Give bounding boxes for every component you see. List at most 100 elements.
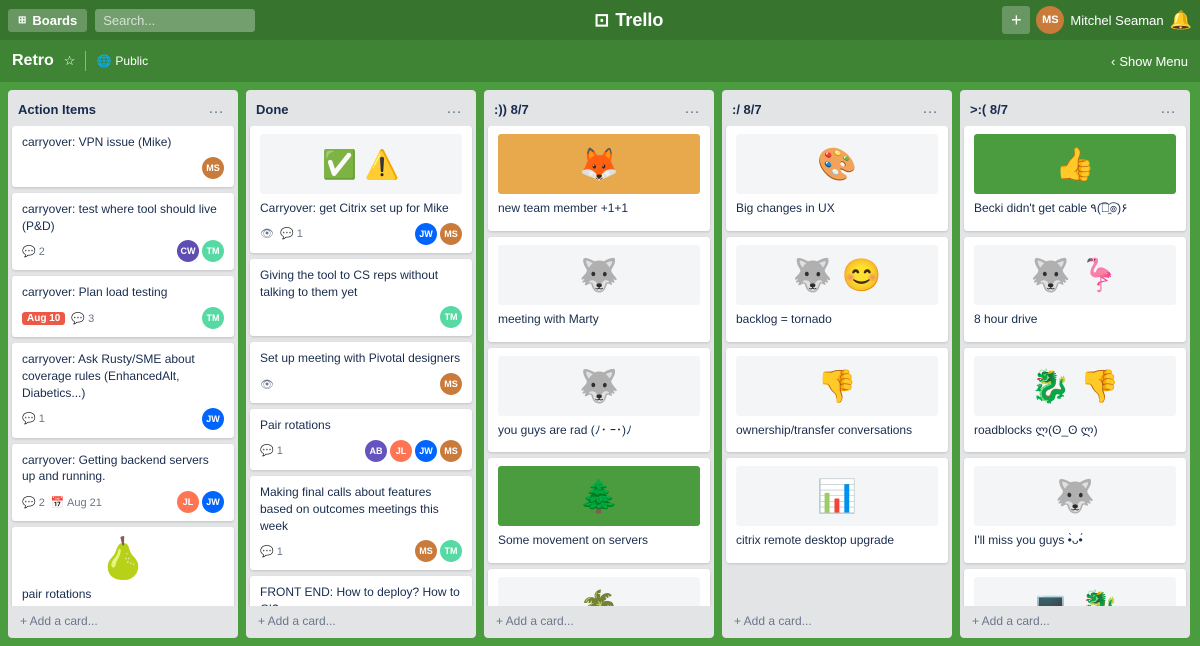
card[interactable]: 🍐pair rotations💬 1JLJWAB	[12, 527, 234, 606]
column-menu-button[interactable]: …	[1156, 98, 1180, 120]
card[interactable]: carryover: Ask Rusty/SME about coverage …	[12, 343, 234, 437]
add-button[interactable]: +	[1002, 6, 1030, 34]
member-avatar: JW	[202, 408, 224, 430]
user-avatar: MS	[1036, 6, 1064, 34]
member-avatars: JWMS	[415, 223, 462, 245]
boards-label: Boards	[32, 13, 77, 28]
card[interactable]: 🐺 meeting with Marty	[488, 237, 710, 342]
card-emoji-image: 🎨	[736, 134, 938, 194]
card-text: FRONT END: How to deploy? How to CI?	[260, 584, 462, 606]
comment-icon: 💬 1	[280, 227, 303, 240]
card[interactable]: Making final calls about features based …	[250, 476, 472, 570]
card[interactable]: 🐺you guys are rad (ﾉ･ ｰ･)ﾉ	[488, 348, 710, 453]
card[interactable]: FRONT END: How to deploy? How to CI?💬 3M…	[250, 576, 472, 606]
column-header: >:( 8/7…	[960, 90, 1190, 126]
add-card-button[interactable]: + Add a card...	[726, 608, 948, 634]
card[interactable]: 🌲Some movement on servers	[488, 458, 710, 563]
card[interactable]: 🐺I'll miss you guys •̀ᴗ•́	[964, 458, 1186, 563]
card-text: Giving the tool to CS reps without talki…	[260, 267, 462, 301]
card-emoji-image: 👍	[974, 134, 1176, 194]
column-menu-button[interactable]: …	[204, 98, 228, 120]
card-meta: 👁 💬 1	[260, 227, 303, 240]
card[interactable]: 🐺 😊backlog = tornado	[726, 237, 948, 342]
boards-button[interactable]: ⊞ Boards	[8, 9, 87, 32]
card-text: you guys are rad (ﾉ･ ｰ･)ﾉ	[498, 422, 700, 439]
column-menu-button[interactable]: …	[442, 98, 466, 120]
card[interactable]: 🦊new team member +1+1	[488, 126, 710, 231]
card-emoji-image: 🌲	[498, 466, 700, 526]
member-avatar: AB	[365, 440, 387, 462]
card-text: Carryover: get Citrix set up for Mike	[260, 200, 462, 217]
card[interactable]: Set up meeting with Pivotal designers👁MS	[250, 342, 472, 403]
card[interactable]: carryover: test where tool should live (…	[12, 193, 234, 271]
header-divider	[85, 51, 86, 71]
column-header: Action Items…	[8, 90, 238, 126]
member-avatar: JL	[177, 491, 199, 513]
card-meta: 💬 1	[260, 444, 283, 457]
column-menu-button[interactable]: …	[680, 98, 704, 120]
card[interactable]: ✅ ⚠️ Carryover: get Citrix set up for Mik…	[250, 126, 472, 253]
card-meta: 💬 2📅 Aug 21	[22, 496, 102, 509]
card-image: ✅ ⚠️	[260, 134, 462, 194]
card[interactable]: 🐉 👎 roadblocks ლ(ʘ_ʘ ლ)	[964, 348, 1186, 453]
card-footer: 👁 💬 1 JWMS	[260, 223, 462, 245]
card[interactable]: Pair rotations💬 1ABJLJWMS	[250, 409, 472, 470]
logo-icon: ⊡	[594, 10, 609, 31]
member-avatars: JW	[202, 408, 224, 430]
card-footer: 💬 1MSTM	[260, 540, 462, 562]
card[interactable]: 🎨Big changes in UX	[726, 126, 948, 231]
visibility-label: Public	[115, 54, 148, 68]
card-text: 8 hour drive	[974, 311, 1176, 328]
member-avatar: TM	[440, 540, 462, 562]
add-card-button[interactable]: + Add a card...	[964, 608, 1186, 634]
logo-text: Trello	[615, 10, 663, 31]
card-emoji-image: 💻 🐉	[974, 577, 1176, 606]
chevron-left-icon: ‹	[1111, 54, 1115, 69]
member-avatars: JLJW	[177, 491, 224, 513]
card[interactable]: 🌴vacation	[488, 569, 710, 606]
column-menu-button[interactable]: …	[918, 98, 942, 120]
user-menu-button[interactable]: MS Mitchel Seaman	[1036, 6, 1163, 34]
add-card-button[interactable]: + Add a card...	[12, 608, 234, 634]
card-text: Pair rotations	[260, 417, 462, 434]
card[interactable]: 📊citrix remote desktop upgrade	[726, 458, 948, 563]
card[interactable]: 💻 🐉Justin lot's of meetings,emails and f…	[964, 569, 1186, 606]
card-text: meeting with Marty	[498, 311, 700, 328]
column-done: Done… ✅ ⚠️ Carryover: get Citrix set up fo…	[246, 90, 476, 638]
card-footer: 💬 2📅 Aug 21 JLJW	[22, 491, 224, 513]
card-meta: 👁	[260, 378, 274, 391]
card-emoji-image: 🐺	[498, 245, 700, 305]
member-avatars: MSTM	[415, 540, 462, 562]
eye-icon: 👁	[260, 227, 274, 240]
card-text: roadblocks ლ(ʘ_ʘ ლ)	[974, 422, 1176, 439]
visibility-button[interactable]: 🌐 Public	[96, 54, 148, 68]
member-avatar: JW	[415, 440, 437, 462]
card[interactable]: Giving the tool to CS reps without talki…	[250, 259, 472, 337]
card-footer: 💬 1ABJLJWMS	[260, 440, 462, 462]
card-footer: 💬 2CWTM	[22, 240, 224, 262]
member-avatar: TM	[440, 306, 462, 328]
add-card-button[interactable]: + Add a card...	[488, 608, 710, 634]
card-emoji-image: 🐉 👎	[974, 356, 1176, 416]
comment-icon: 💬 2	[22, 245, 45, 258]
card[interactable]: 👍Becki didn't get cable ٩(͡๏̯͡๏)۶	[964, 126, 1186, 231]
card[interactable]: 👎ownership/transfer conversations	[726, 348, 948, 453]
column-header: Done…	[246, 90, 476, 126]
member-avatars: MS	[202, 157, 224, 179]
star-icon[interactable]: ☆	[64, 53, 76, 69]
card[interactable]: carryover: Plan load testingAug 10💬 3TM	[12, 276, 234, 337]
eye-icon: 👁	[260, 378, 274, 391]
card-emoji-image: 📊	[736, 466, 938, 526]
add-card-button[interactable]: + Add a card...	[250, 608, 472, 634]
card[interactable]: 🐺 🦩8 hour drive	[964, 237, 1186, 342]
date-label: 📅 Aug 21	[51, 496, 102, 509]
notification-button[interactable]: 🔔	[1170, 10, 1192, 31]
show-menu-button[interactable]: ‹ Show Menu	[1111, 54, 1188, 69]
column-title: :)) 8/7	[494, 102, 529, 117]
card[interactable]: carryover: Getting backend servers up an…	[12, 444, 234, 522]
search-input[interactable]	[95, 9, 255, 32]
card-text: I'll miss you guys •̀ᴗ•́	[974, 532, 1176, 549]
card[interactable]: carryover: VPN issue (Mike)MS	[12, 126, 234, 187]
member-avatar: MS	[440, 440, 462, 462]
card-text: backlog = tornado	[736, 311, 938, 328]
